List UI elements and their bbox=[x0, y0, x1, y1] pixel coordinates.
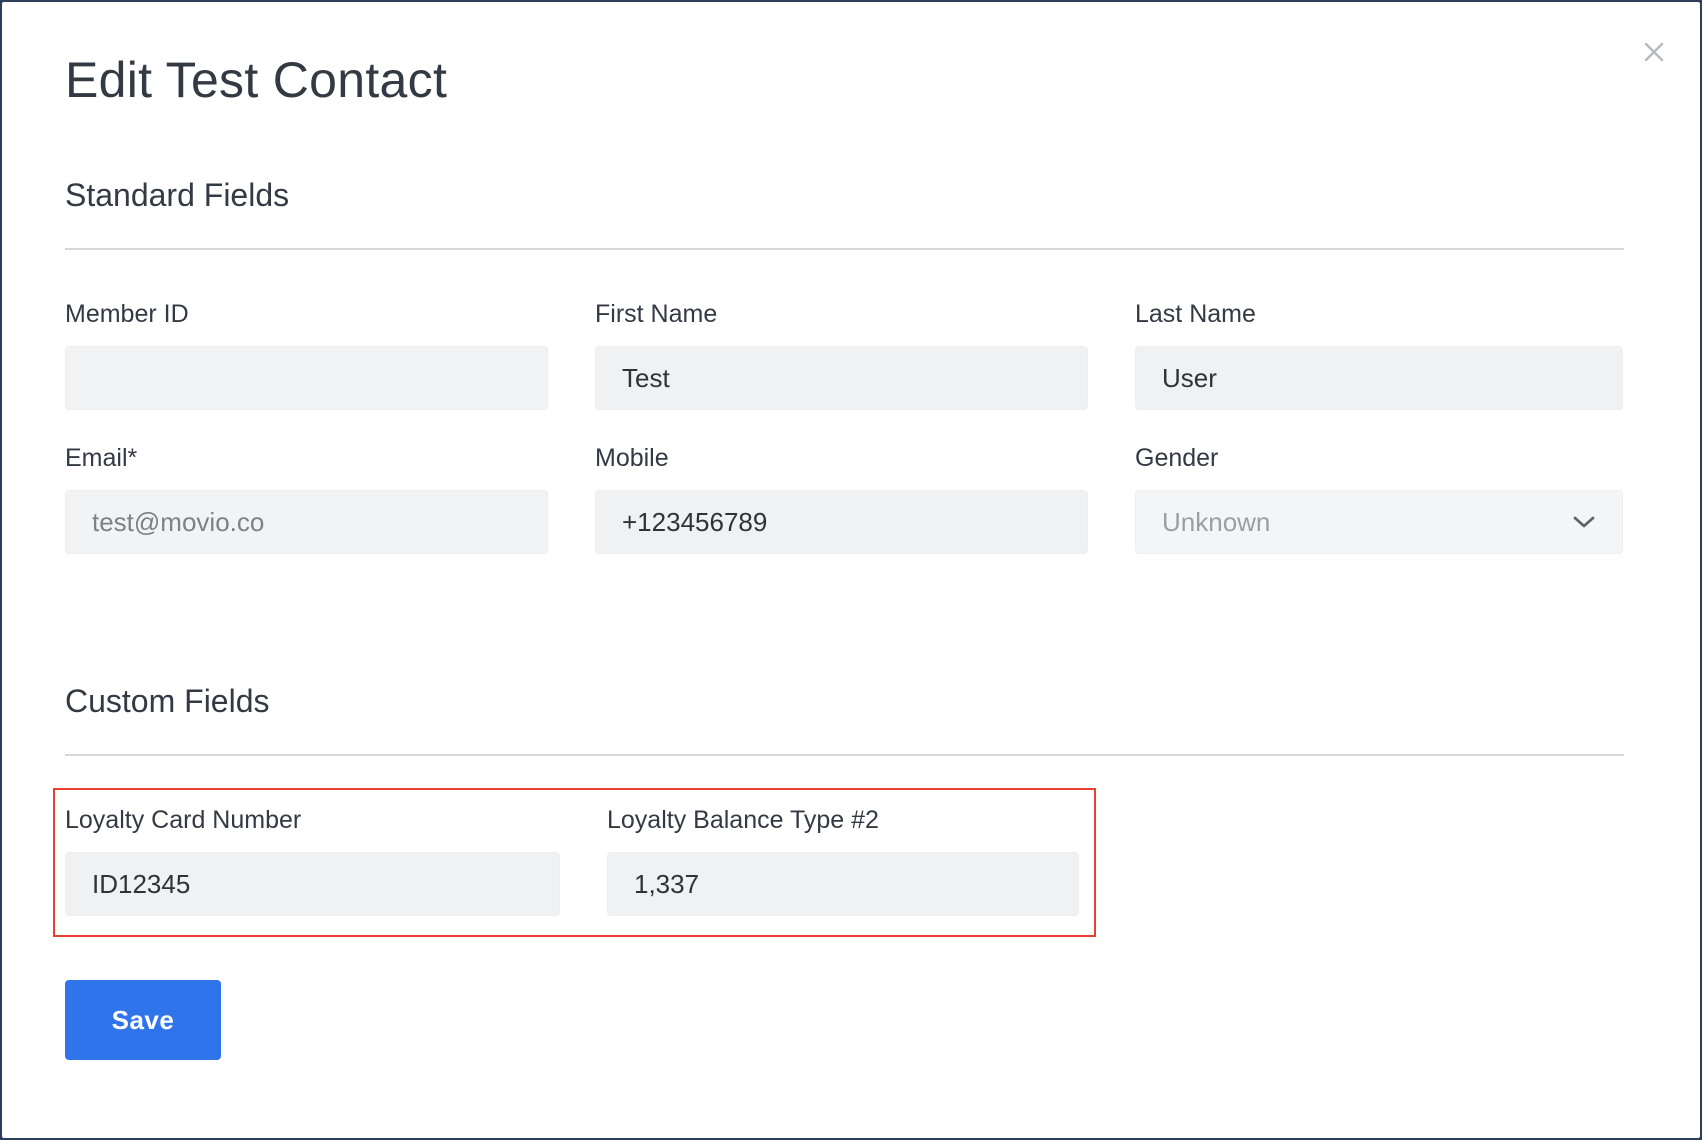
custom-fields-divider bbox=[65, 754, 1624, 756]
save-button[interactable]: Save bbox=[65, 980, 221, 1060]
member-id-field[interactable] bbox=[65, 346, 548, 410]
gender-select-value: Unknown bbox=[1162, 506, 1271, 537]
standard-fields-heading: Standard Fields bbox=[65, 177, 290, 213]
mobile-label: Mobile bbox=[595, 444, 669, 472]
mobile-field[interactable]: +123456789 bbox=[595, 490, 1088, 554]
loyalty-balance-type-2-field[interactable]: 1,337 bbox=[607, 852, 1079, 916]
custom-fields-heading: Custom Fields bbox=[65, 683, 270, 719]
chevron-down-icon bbox=[1573, 516, 1595, 528]
close-icon bbox=[1644, 42, 1664, 62]
gender-select[interactable]: Unknown bbox=[1135, 490, 1623, 554]
email-field[interactable]: test@movio.co bbox=[65, 490, 548, 554]
email-label: Email* bbox=[65, 444, 138, 472]
loyalty-card-number-label: Loyalty Card Number bbox=[65, 806, 302, 834]
standard-fields-divider bbox=[65, 248, 1624, 250]
gender-label: Gender bbox=[1135, 444, 1219, 472]
close-button[interactable] bbox=[1637, 35, 1671, 69]
edit-contact-modal: Edit Test Contact Standard Fields Member… bbox=[2, 2, 1700, 1138]
loyalty-card-number-field[interactable]: ID12345 bbox=[65, 852, 560, 916]
member-id-label: Member ID bbox=[65, 300, 189, 328]
last-name-label: Last Name bbox=[1135, 300, 1256, 328]
first-name-field[interactable]: Test bbox=[595, 346, 1088, 410]
loyalty-balance-type-2-label: Loyalty Balance Type #2 bbox=[607, 806, 879, 834]
modal-title: Edit Test Contact bbox=[65, 52, 448, 108]
last-name-field[interactable]: User bbox=[1135, 346, 1623, 410]
first-name-label: First Name bbox=[595, 300, 718, 328]
